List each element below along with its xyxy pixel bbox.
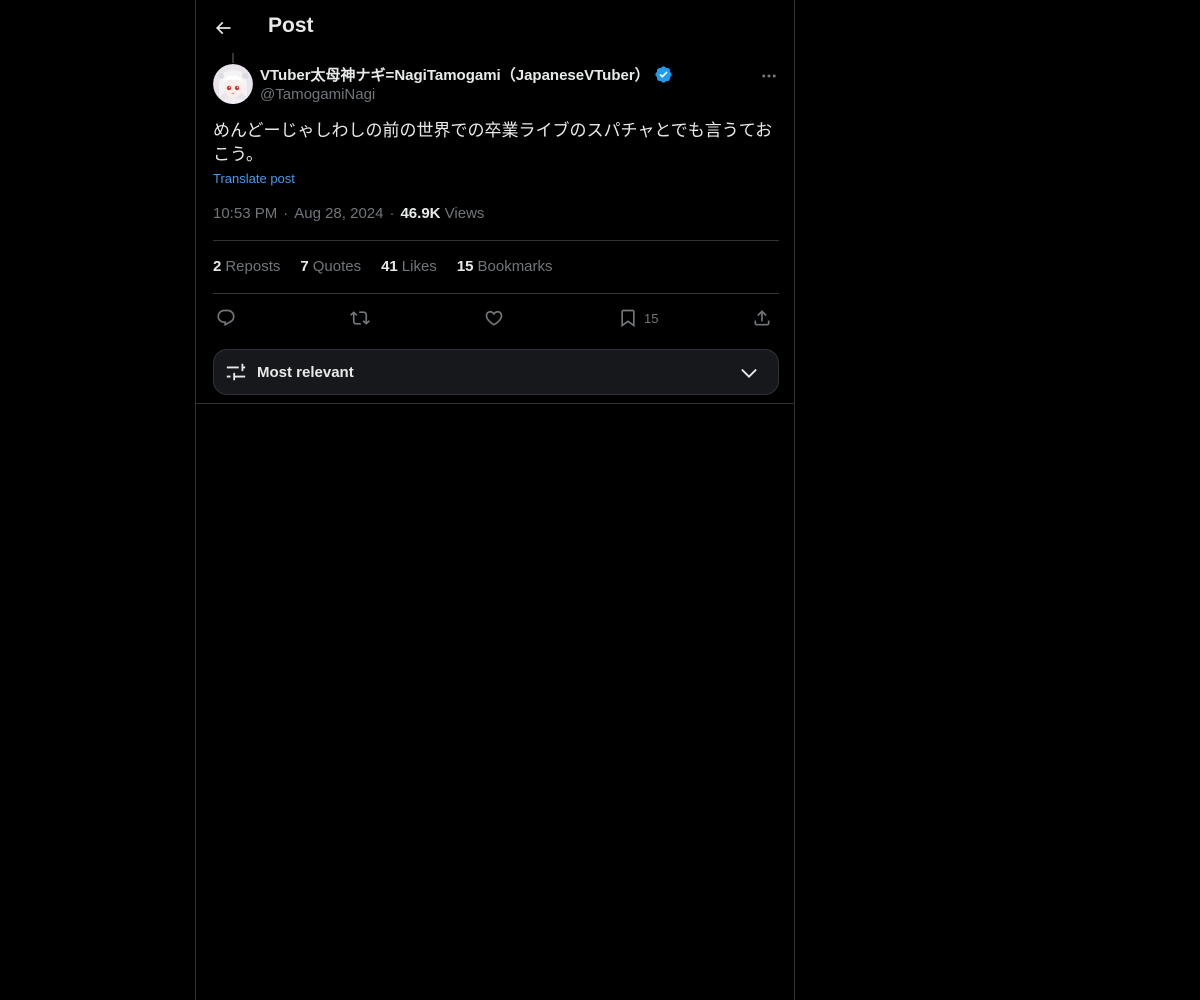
share-button[interactable] xyxy=(752,304,772,332)
like-button[interactable] xyxy=(484,304,504,332)
heart-icon xyxy=(485,310,503,326)
bookmark-count: 15 xyxy=(644,310,659,326)
more-options-button[interactable] xyxy=(754,63,784,89)
reply-button[interactable] xyxy=(216,304,236,332)
post-meta: 10:53 PM · Aug 28, 2024 · 46.9K Views xyxy=(213,205,484,222)
post-date[interactable]: Aug 28, 2024 xyxy=(294,205,383,222)
likes-label: Likes xyxy=(401,258,437,275)
bookmarks-stat[interactable]: 15 Bookmarks xyxy=(457,258,553,275)
quotes-stat[interactable]: 7 Quotes xyxy=(300,258,361,275)
quotes-count: 7 xyxy=(300,258,309,275)
author-name[interactable]: VTuber太母神ナギ=NagiTamogami（JapaneseVTuber） xyxy=(260,64,673,85)
meta-separator: · xyxy=(283,205,289,222)
engagement-stats: 2 Reposts 7 Quotes 41 Likes 15 Bookmarks xyxy=(213,258,573,275)
views-label: Views xyxy=(444,205,485,222)
avatar-image xyxy=(213,64,253,104)
reposts-label: Reposts xyxy=(225,258,281,275)
more-icon xyxy=(762,74,776,78)
bookmarks-label: Bookmarks xyxy=(477,258,553,275)
post-time[interactable]: 10:53 PM xyxy=(213,205,277,222)
post-text: めんどーじゃしわしの前の世界での卒業ライブのスパチャとでも言うておこう。 xyxy=(213,121,773,165)
quotes-label: Quotes xyxy=(312,258,362,275)
share-icon xyxy=(754,310,770,326)
page-title: Post xyxy=(268,14,314,37)
likes-count: 41 xyxy=(381,258,398,275)
page-header: Post xyxy=(196,0,794,53)
reply-icon xyxy=(217,309,235,327)
translate-post-link[interactable]: Translate post xyxy=(213,171,295,186)
author-handle[interactable]: @TamogamiNagi xyxy=(260,86,375,103)
chevron-down-icon xyxy=(741,368,757,378)
likes-stat[interactable]: 41 Likes xyxy=(381,258,437,275)
avatar[interactable] xyxy=(213,64,253,104)
divider xyxy=(213,293,779,294)
sort-replies-dropdown[interactable]: Most relevant xyxy=(213,349,779,395)
sliders-icon xyxy=(226,363,246,381)
reposts-count: 2 xyxy=(213,258,222,275)
arrow-left-icon xyxy=(215,21,231,35)
bookmark-icon xyxy=(621,309,635,328)
views-count: 46.9K xyxy=(400,205,441,222)
thread-line xyxy=(232,53,234,63)
sort-label: Most relevant xyxy=(257,364,354,381)
action-bar: 15 xyxy=(213,304,779,332)
post-column: Post VTuber太母神ナギ=NagiTamogami（JapaneseVT… xyxy=(195,0,795,1000)
bookmarks-count: 15 xyxy=(456,258,474,275)
reposts-stat[interactable]: 2 Reposts xyxy=(213,258,280,275)
repost-button[interactable] xyxy=(350,304,370,332)
divider xyxy=(213,240,779,241)
author-name-text: VTuber太母神ナギ=NagiTamogami（JapaneseVTuber） xyxy=(260,67,650,84)
verified-badge-icon xyxy=(655,66,672,83)
meta-separator: · xyxy=(389,205,395,222)
section-divider xyxy=(196,403,794,404)
bookmark-button[interactable]: 15 xyxy=(618,304,658,332)
back-button[interactable] xyxy=(206,11,240,45)
repost-icon xyxy=(350,311,370,325)
